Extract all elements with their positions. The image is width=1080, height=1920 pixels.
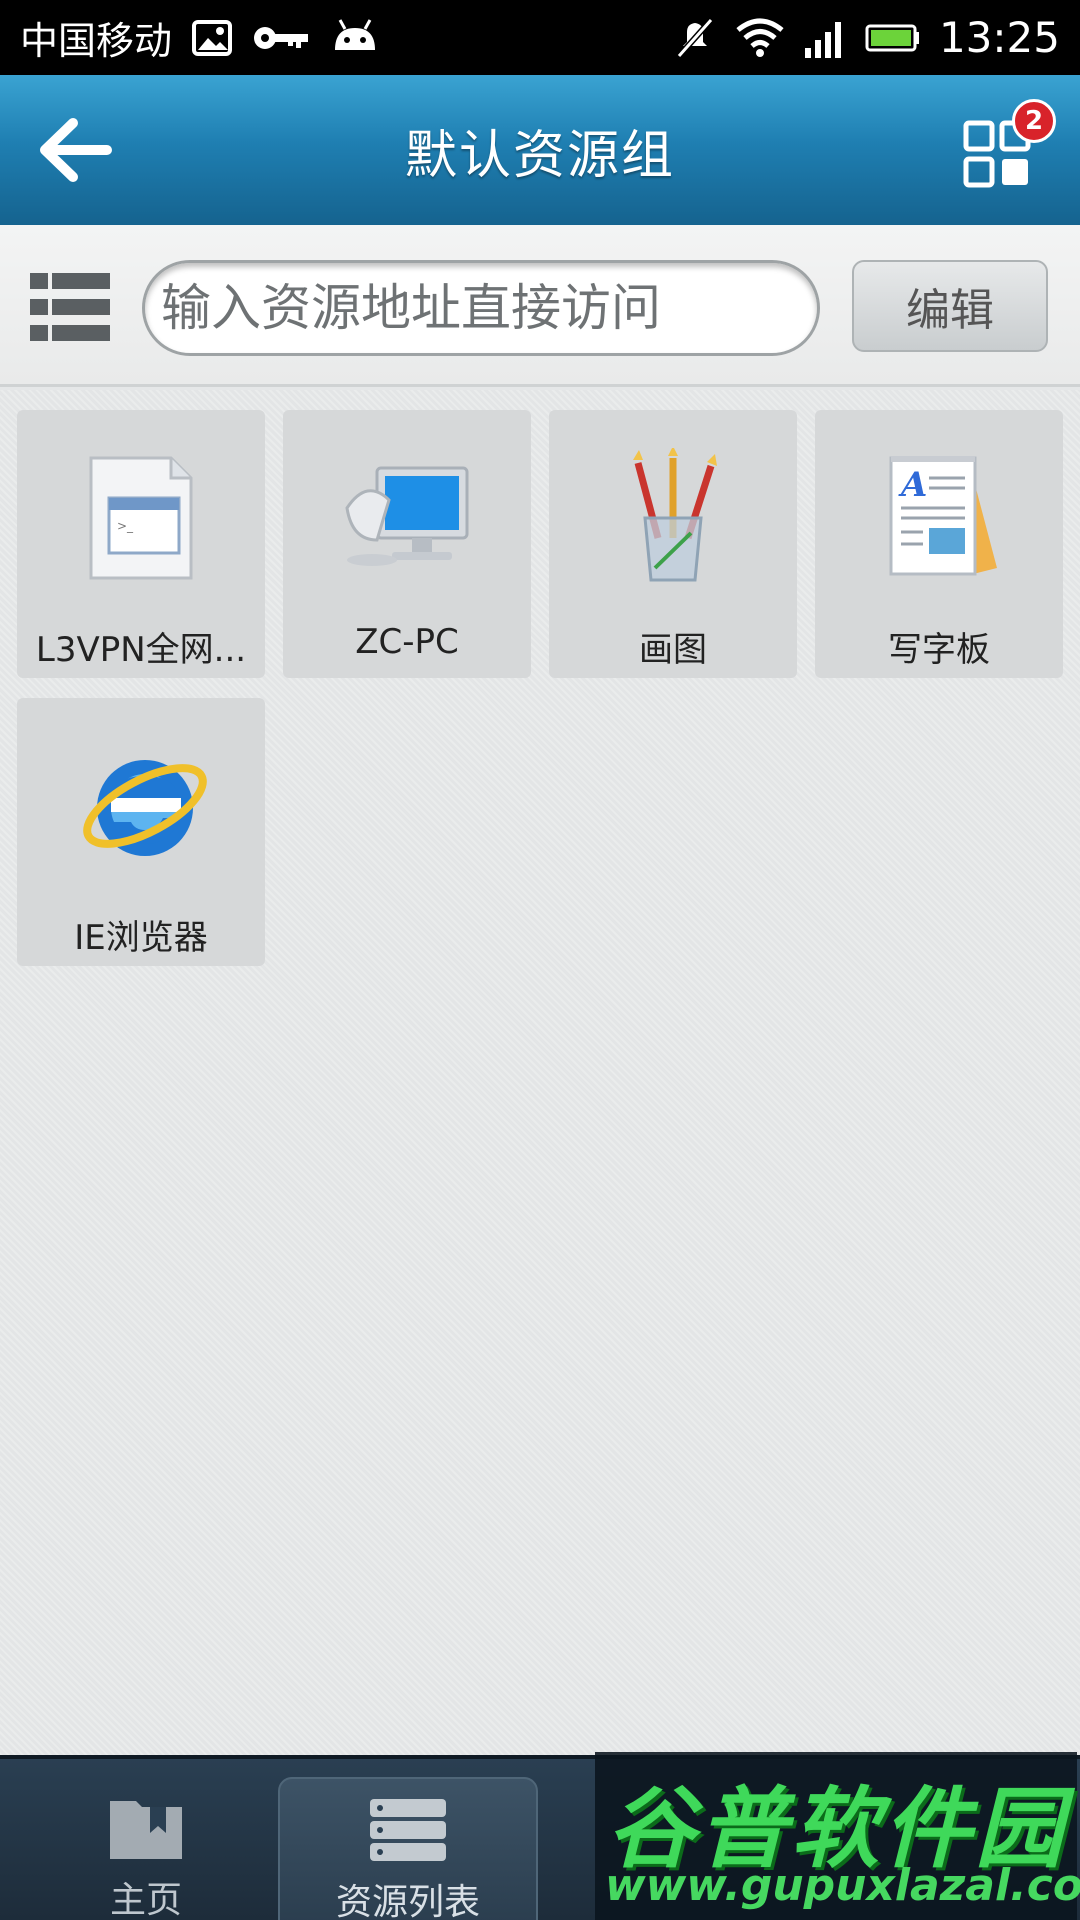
page-title: 默认资源组 xyxy=(404,125,675,186)
server-list-icon xyxy=(370,1799,446,1861)
ie-browser-icon xyxy=(83,760,207,856)
resource-label: L3VPN全网... xyxy=(35,630,247,670)
image-icon xyxy=(192,19,233,56)
nav-resource-list[interactable]: 资源列表 xyxy=(278,1777,538,1920)
mute-icon xyxy=(676,17,714,58)
resource-tile-ie[interactable]: IE浏览器 xyxy=(17,698,265,966)
wifi-icon xyxy=(736,18,784,57)
resource-tile-paint[interactable]: 画图 xyxy=(549,410,797,678)
apps-button[interactable]: 2 xyxy=(960,99,1056,195)
remote-desktop-icon xyxy=(345,466,469,566)
paint-brushes-icon xyxy=(633,448,717,582)
list-view-button[interactable] xyxy=(30,273,110,341)
nav-home[interactable]: 主页 xyxy=(16,1759,276,1920)
status-time: 13:25 xyxy=(938,13,1060,62)
watermark-url: www.gupuxlazal.com xyxy=(605,1860,1080,1911)
list-view-icon xyxy=(30,273,110,341)
search-row: 编辑 xyxy=(0,225,1080,387)
svg-text:>_: >_ xyxy=(117,519,134,533)
resource-label: ZC-PC xyxy=(355,622,459,662)
resource-label: IE浏览器 xyxy=(74,918,208,958)
wordpad-icon: A xyxy=(889,456,997,576)
app-window-icon: >_ xyxy=(89,456,193,580)
key-icon xyxy=(254,26,309,49)
notification-badge: 2 xyxy=(1012,99,1056,143)
back-button[interactable] xyxy=(30,110,120,190)
nav-label: 资源列表 xyxy=(335,1882,480,1920)
title-bar: 默认资源组 2 xyxy=(0,75,1080,225)
signal-icon xyxy=(804,21,841,58)
resource-grid: >_ L3VPN全网... ZC-PC 画图 A 写字板 IE浏览器 xyxy=(0,390,1080,1755)
battery-icon xyxy=(865,24,919,51)
bookmark-folder-icon xyxy=(110,1801,182,1859)
resource-label: 画图 xyxy=(639,630,707,670)
resource-tile-l3vpn[interactable]: >_ L3VPN全网... xyxy=(17,410,265,678)
nav-label: 主页 xyxy=(109,1880,182,1920)
back-arrow-icon xyxy=(40,118,112,182)
address-input[interactable] xyxy=(142,260,820,356)
svg-text:A: A xyxy=(898,465,927,505)
android-icon xyxy=(335,18,376,50)
carrier-label: 中国移动 xyxy=(20,19,173,63)
resource-tile-wordpad[interactable]: A 写字板 xyxy=(815,410,1063,678)
status-bar: 中国移动 13:25 xyxy=(0,0,1080,75)
edit-button[interactable]: 编辑 xyxy=(852,260,1048,352)
resource-label: 写字板 xyxy=(888,630,990,670)
resource-tile-zc-pc[interactable]: ZC-PC xyxy=(283,410,531,678)
watermark-overlay: 谷普软件园 www.gupuxlazal.com xyxy=(595,1752,1080,1920)
